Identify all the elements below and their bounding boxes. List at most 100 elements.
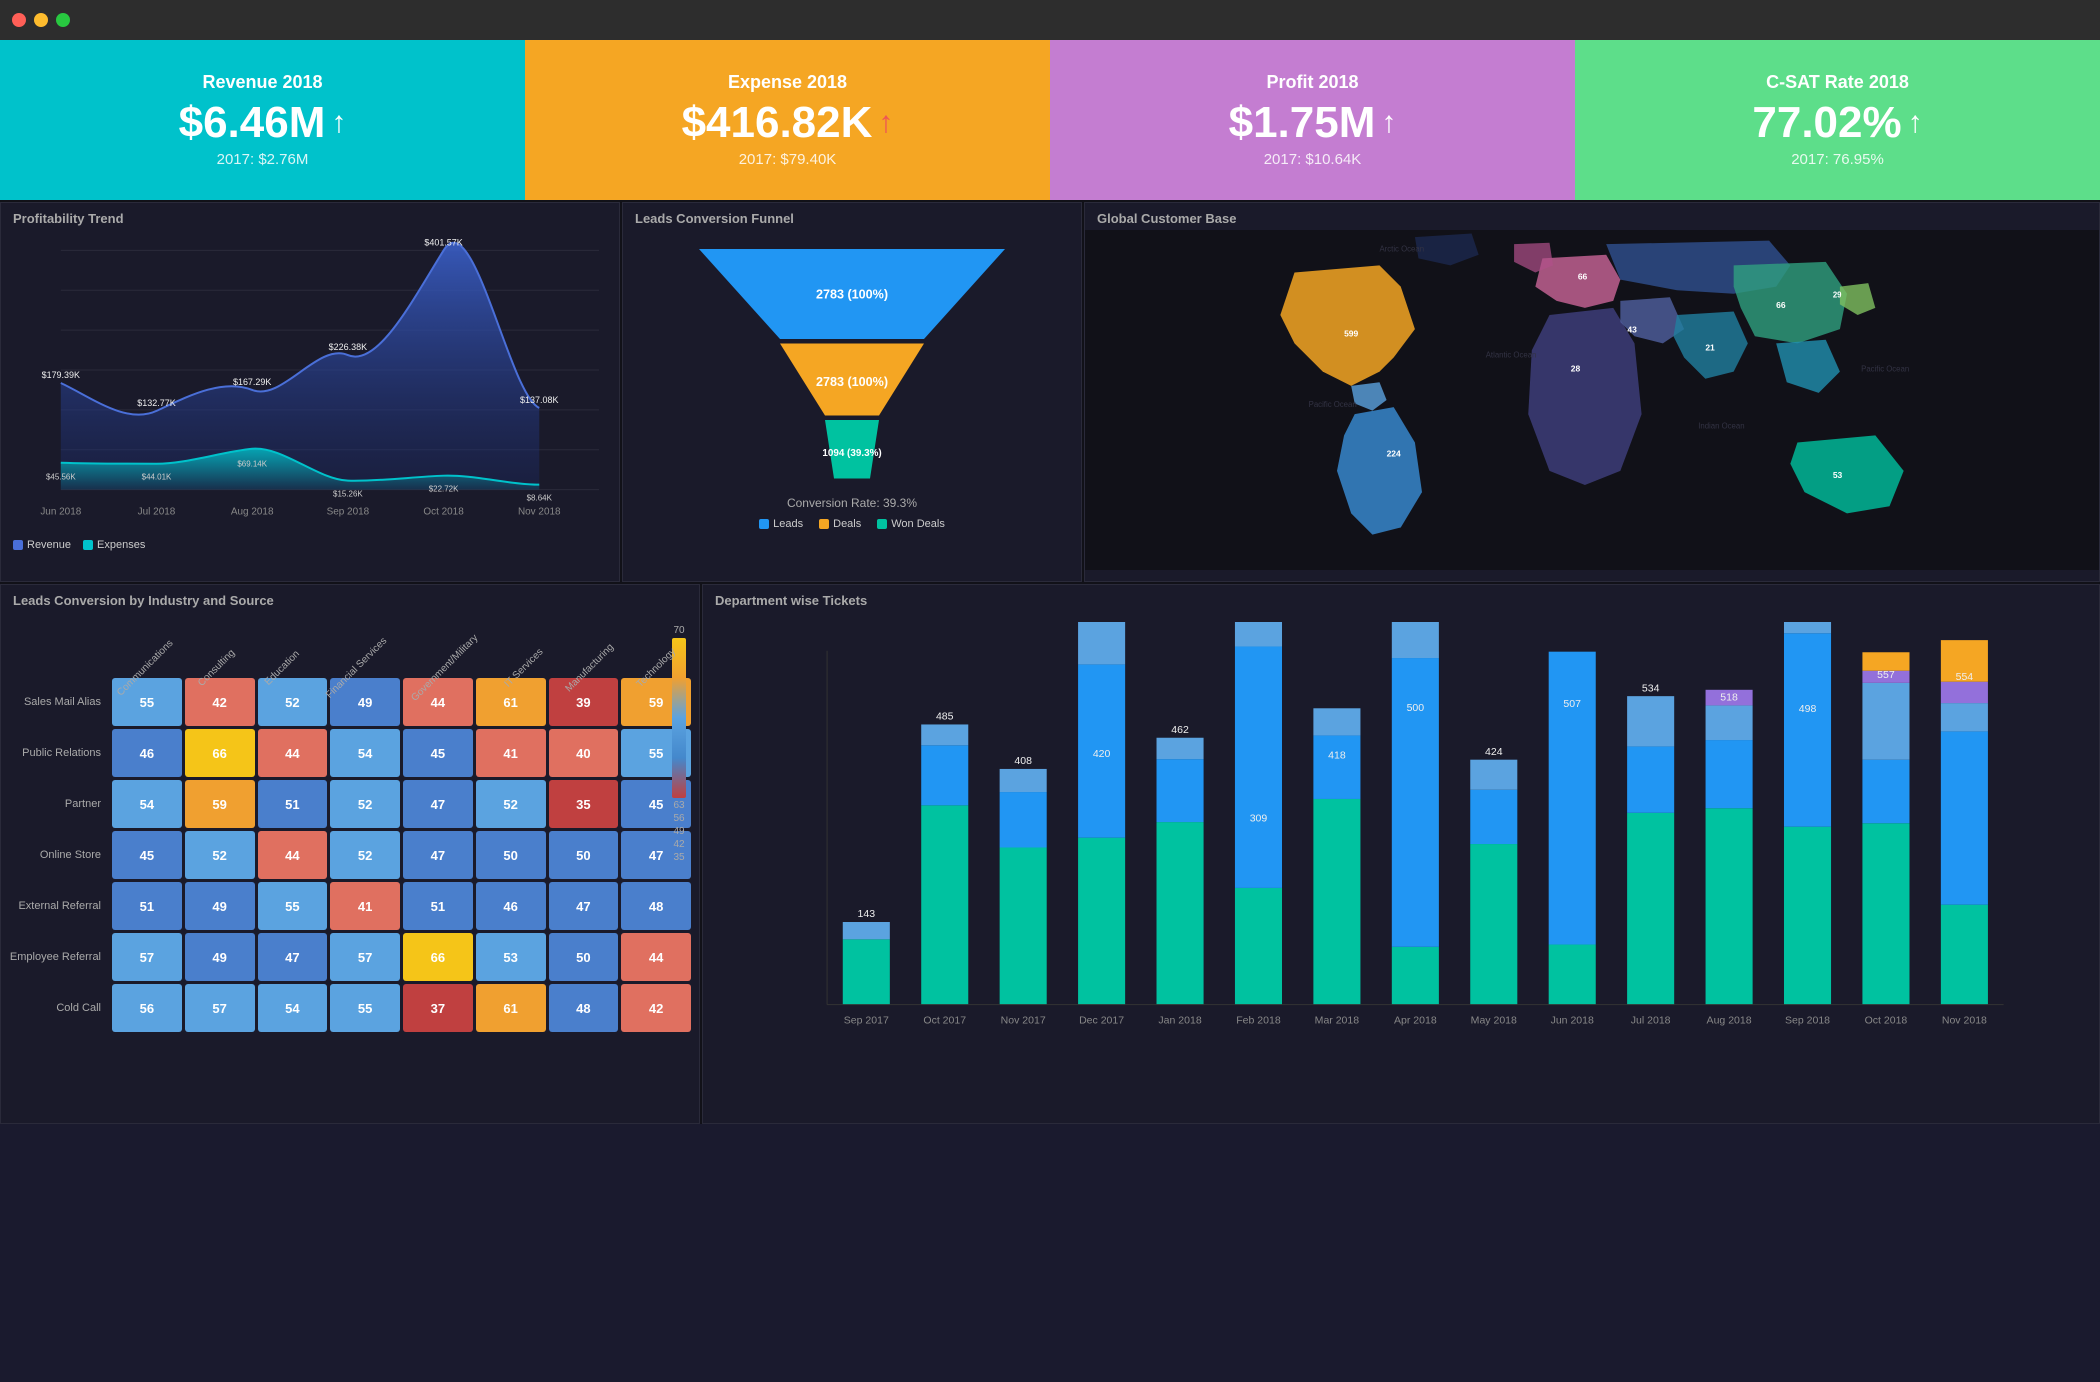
charts-row1: Profitability Trend [0, 202, 2100, 582]
bar-segment [1784, 633, 1831, 827]
maximize-button[interactable] [56, 13, 70, 27]
revenue-area [61, 243, 539, 490]
world-map-svg: 599 224 28 66 43 21 66 53 29 Atlantic Oc… [1085, 230, 2099, 570]
bar-total-label: 507 [1563, 698, 1581, 710]
heatmap-panel: Leads Conversion by Industry and Source … [0, 584, 700, 1124]
svg-text:2783 (100%): 2783 (100%) [816, 375, 888, 389]
heatmap-cell: 42 [621, 984, 691, 1032]
bar-segment [1000, 792, 1047, 847]
svg-text:$167.29K: $167.29K [233, 377, 271, 387]
heatmap-grid-container: CommunicationsConsultingEducationFinanci… [1, 612, 699, 1039]
china [1734, 262, 1847, 343]
north-america [1280, 265, 1415, 385]
heatmap-cell: 52 [330, 780, 400, 828]
svg-text:$8.64K: $8.64K [527, 494, 553, 503]
heatmap-col-header: Education [255, 616, 317, 676]
bar-segment [1549, 945, 1596, 1005]
svg-text:66: 66 [1578, 272, 1588, 282]
heatmap-row: Sales Mail Alias5542524944613959 [9, 678, 691, 726]
heatmap-cell: 41 [476, 729, 546, 777]
bar-x-label: Nov 2017 [1001, 1015, 1046, 1027]
heatmap-cell: 66 [403, 933, 473, 981]
kpi-csat-value: 77.02% ↑ [1752, 101, 1922, 145]
heatmap-cell: 52 [476, 780, 546, 828]
bar-total-label: 518 [1720, 692, 1738, 704]
profitability-legend: Revenue Expenses [1, 535, 619, 555]
heatmap-row: Cold Call5657545537614842 [9, 984, 691, 1032]
svg-text:$132.77K: $132.77K [137, 398, 175, 408]
bar-x-label: Aug 2018 [1707, 1015, 1752, 1027]
svg-text:29: 29 [1833, 290, 1842, 299]
heatmap-row: Online Store4552445247505047 [9, 831, 691, 879]
svg-text:$179.39K: $179.39K [42, 370, 80, 380]
svg-text:599: 599 [1344, 328, 1358, 338]
heatmap-row: External Referral5149554151464748 [9, 882, 691, 930]
bar-segment [1784, 827, 1831, 1005]
bar-segment [1157, 759, 1204, 822]
bar-chart-container: 143Sep 2017485Oct 2017408Nov 2017420Dec … [703, 612, 2099, 1102]
bar-total-label: 485 [936, 711, 954, 723]
bar-segment [1862, 760, 1909, 824]
bar-segment [1784, 622, 1831, 633]
svg-text:Indian Ocean: Indian Ocean [1698, 421, 1744, 430]
kpi-csat-prev: 2017: 76.95% [1791, 151, 1884, 168]
heatmap-cell: 66 [185, 729, 255, 777]
bar-segment [1627, 696, 1674, 746]
bar-segment [1706, 808, 1753, 1004]
heatmap-cell: 50 [549, 831, 619, 879]
bar-segment [1235, 646, 1282, 887]
heatmap-cell: 57 [330, 933, 400, 981]
bar-segment [1941, 703, 1988, 731]
bar-panel: Department wise Tickets 143Sep 2017485Oc… [702, 584, 2100, 1124]
heatmap-cell: 45 [403, 729, 473, 777]
bar-segment [1470, 844, 1517, 1005]
heatmap-cell: 57 [112, 933, 182, 981]
south-america [1337, 407, 1422, 535]
bar-total-label: 424 [1485, 746, 1503, 758]
svg-text:Jun 2018: Jun 2018 [40, 507, 81, 518]
bar-segment [1392, 947, 1439, 1005]
bar-segment [1549, 652, 1596, 945]
close-button[interactable] [12, 13, 26, 27]
kpi-expense-value: $416.82K ↑ [682, 101, 894, 145]
svg-text:28: 28 [1571, 364, 1581, 374]
heatmap-row-label: Cold Call [9, 984, 109, 1032]
heatmap-cell: 45 [112, 831, 182, 879]
heatmap-cell: 44 [258, 729, 328, 777]
svg-text:$44.01K: $44.01K [142, 473, 172, 482]
color-scale: 70 63 56 49 42 35 [669, 625, 689, 863]
heatmap-cell: 52 [330, 831, 400, 879]
bar-segment [1313, 708, 1360, 735]
bar-segment [1627, 746, 1674, 812]
bar-x-label: Oct 2017 [923, 1015, 966, 1027]
heatmap-cell: 51 [258, 780, 328, 828]
heatmap-cell: 53 [476, 933, 546, 981]
heatmap-row-label: Employee Referral [9, 933, 109, 981]
bar-total-label: 420 [1093, 748, 1111, 760]
heatmap-col-header: Manufacturing [562, 616, 625, 676]
bar-chart-svg: 143Sep 2017485Oct 2017408Nov 2017420Dec … [713, 622, 2089, 1062]
bar-total-label: 418 [1328, 749, 1346, 761]
expense-arrow-icon: ↑ [878, 108, 893, 138]
bar-segment [1235, 622, 1282, 646]
heatmap-row: Public Relations4666445445414055 [9, 729, 691, 777]
bar-segment [1313, 799, 1360, 1005]
bar-segment [843, 922, 890, 939]
bar-segment [1706, 740, 1753, 808]
svg-text:Atlantic Ocean: Atlantic Ocean [1486, 351, 1537, 360]
svg-text:224: 224 [1387, 449, 1401, 459]
bar-segment [1470, 790, 1517, 844]
bar-segment [1862, 652, 1909, 670]
dashboard: Revenue 2018 $6.46M ↑ 2017: $2.76M Expen… [0, 40, 2100, 1124]
bar-segment [1157, 738, 1204, 759]
profitability-panel: Profitability Trend [0, 202, 620, 582]
minimize-button[interactable] [34, 13, 48, 27]
heatmap-cell: 47 [549, 882, 619, 930]
bar-segment [921, 724, 968, 745]
heatmap-cell: 54 [330, 729, 400, 777]
kpi-expense-title: Expense 2018 [728, 72, 847, 93]
heatmap-cell: 51 [403, 882, 473, 930]
bar-segment [1392, 622, 1439, 658]
map-container: 599 224 28 66 43 21 66 53 29 Atlantic Oc… [1085, 230, 2099, 570]
funnel-title: Leads Conversion Funnel [623, 203, 1081, 230]
